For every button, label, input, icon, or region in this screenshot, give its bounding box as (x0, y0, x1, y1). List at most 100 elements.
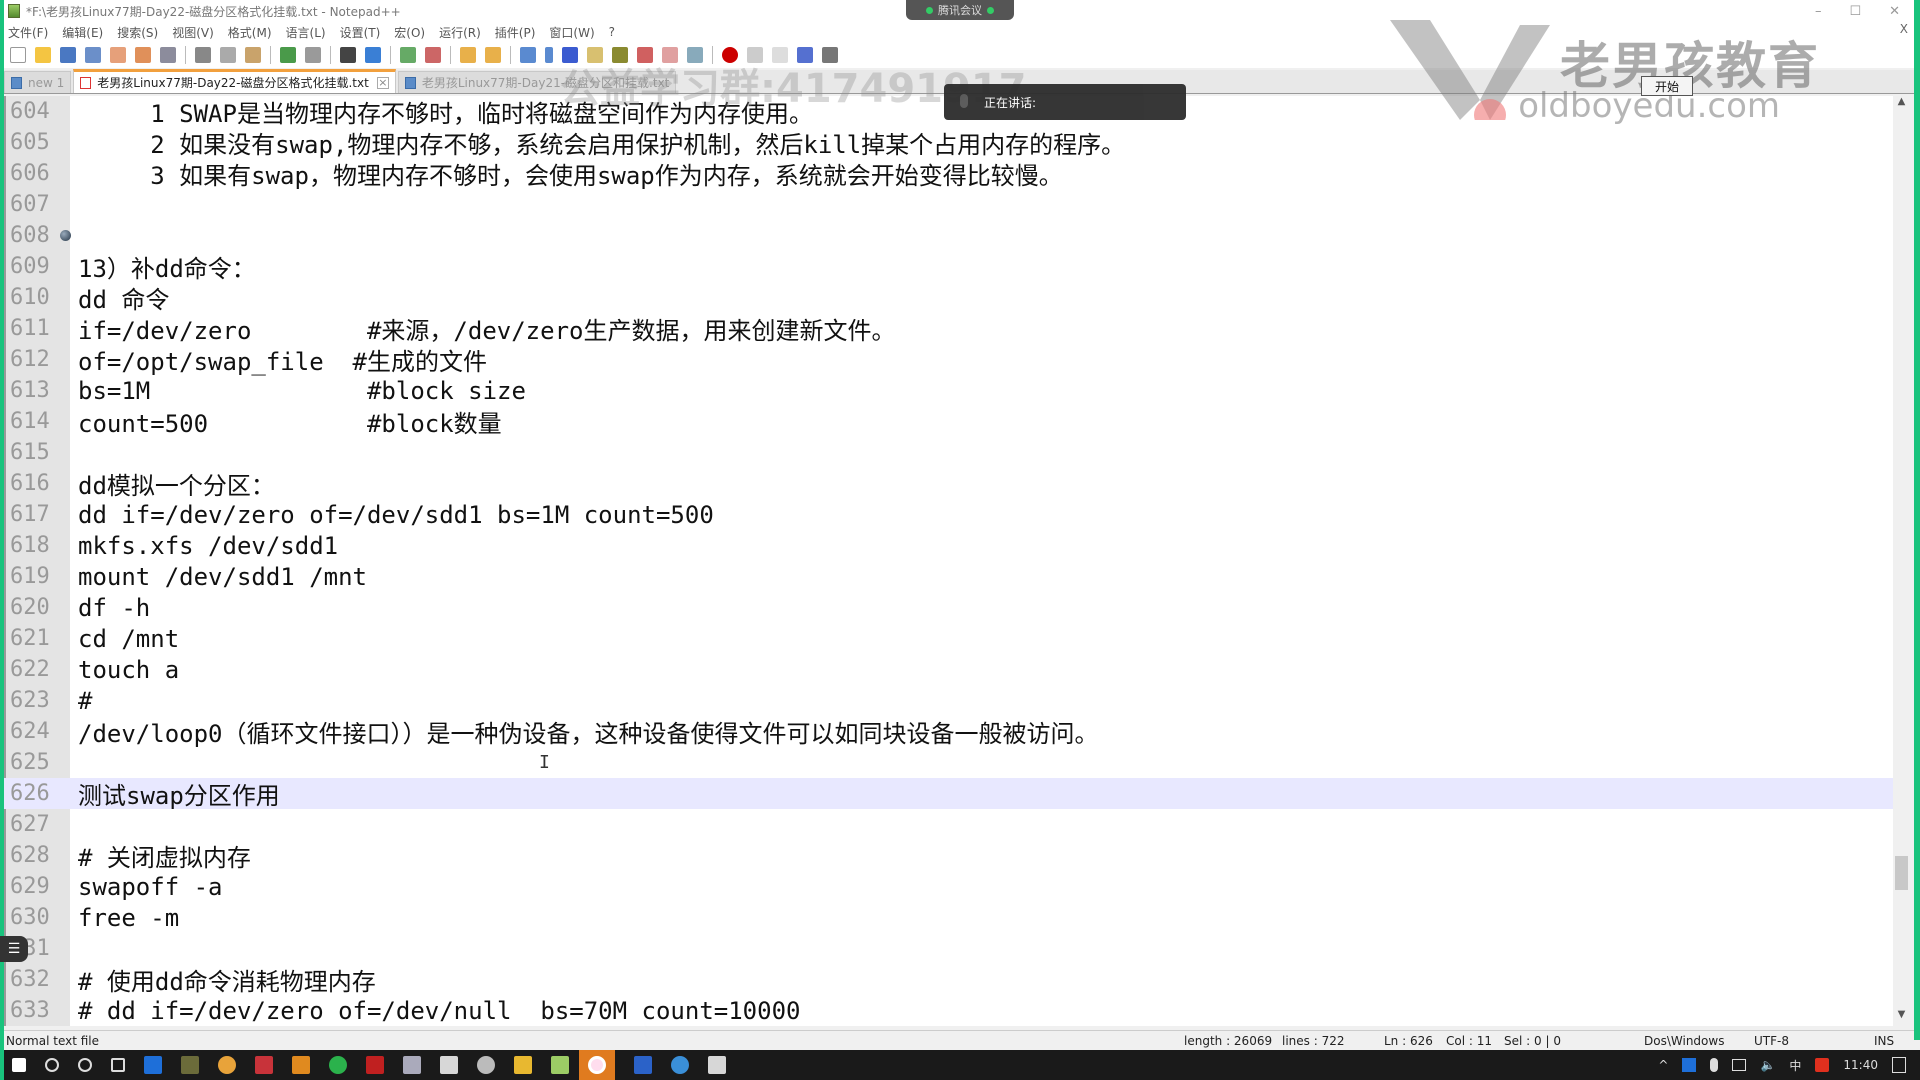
editor-line[interactable]: 613 bs=1M #block size (4, 375, 1910, 406)
notepad-plus-plus-taskbar-icon[interactable] (551, 1056, 569, 1074)
editor-line[interactable]: 607 (4, 189, 1910, 220)
ime-icon[interactable] (1682, 1058, 1697, 1072)
editor-line[interactable]: 616 dd模拟一个分区： (4, 468, 1910, 500)
editor-line[interactable]: 631 (4, 933, 1910, 964)
function-list-icon[interactable] (637, 47, 653, 63)
list-panel-button[interactable]: ☰ (0, 936, 28, 962)
start-button[interactable]: 开始 (1641, 76, 1693, 96)
minimize-button[interactable]: – (1815, 4, 1822, 19)
menu-search[interactable]: 搜索(S) (117, 24, 158, 41)
word-icon[interactable] (634, 1056, 652, 1074)
editor-line[interactable]: 624/dev/loop0（循环文件接口））是一种伪设备，这种设备使得文件可以如… (4, 716, 1910, 748)
bookmark-icon[interactable] (60, 230, 71, 241)
word-wrap-icon[interactable] (520, 47, 536, 63)
redo-icon[interactable] (305, 47, 321, 63)
menu-view[interactable]: 视图(V) (172, 24, 214, 41)
tab-new-1[interactable]: new 1 (4, 71, 72, 93)
editor-line[interactable]: 610 dd 命令 (4, 282, 1910, 314)
close-all-icon[interactable] (135, 47, 151, 63)
zoom-out-icon[interactable] (425, 47, 441, 63)
editor-line[interactable]: 625 (4, 747, 1910, 778)
menu-window[interactable]: 窗口(W) (549, 24, 594, 41)
cut-icon[interactable] (195, 47, 211, 63)
cortana-icon[interactable] (78, 1058, 92, 1072)
editor-line[interactable]: 609 13）补dd命令： (4, 251, 1910, 283)
editor-line[interactable]: 608 (4, 220, 1910, 251)
menu-language[interactable]: 语言(L) (286, 24, 326, 41)
find-icon[interactable] (340, 47, 356, 63)
menu-edit[interactable]: 编辑(E) (62, 24, 103, 41)
show-all-chars-icon[interactable] (545, 47, 553, 63)
editor-line[interactable]: 605 2 如果没有swap,物理内存不够，系统会启用保护机制，然后kill掉某… (4, 127, 1910, 159)
qq-icon[interactable] (366, 1056, 384, 1074)
vertical-scrollbar[interactable]: ▲ ▼ (1893, 96, 1910, 1026)
editor-line[interactable]: 606 3 如果有swap，物理内存不够时，会使用swap作为内存，系统就会开始… (4, 158, 1910, 190)
replace-icon[interactable] (365, 47, 381, 63)
tab-close-icon[interactable]: × (376, 76, 389, 89)
scrollbar-thumb[interactable] (1895, 856, 1908, 890)
sogou-icon[interactable] (1815, 1058, 1830, 1072)
app-doc-icon[interactable] (440, 1056, 458, 1074)
maximize-button[interactable]: ☐ (1849, 4, 1861, 19)
app-tree-icon[interactable] (181, 1056, 199, 1074)
document-map-icon[interactable] (612, 47, 628, 63)
notification-icon[interactable] (1892, 1057, 1906, 1073)
tab-day22[interactable]: 老男孩Linux77期-Day22-磁盘分区格式化挂载.txt × (73, 69, 396, 93)
user-defined-lang-icon[interactable] (587, 47, 603, 63)
stop-record-icon[interactable] (747, 47, 763, 63)
clock[interactable]: 11:40 (1843, 1058, 1878, 1072)
app-red-icon[interactable] (255, 1056, 273, 1074)
tab-day21[interactable]: 老男孩Linux77期-Day21-磁盘分区和挂载.txt (397, 71, 677, 93)
menu-format[interactable]: 格式(M) (228, 24, 272, 41)
indent-guide-icon[interactable] (562, 47, 578, 63)
editor-line[interactable]: 612 of=/opt/swap_file #生成的文件 (4, 344, 1910, 376)
editor-line[interactable]: 632 # 使用dd命令消耗物理内存 (4, 964, 1910, 996)
editor-line[interactable]: 614 count=500 #block数量 (4, 406, 1910, 438)
close-icon[interactable] (110, 47, 126, 63)
editor-line[interactable]: 622 touch a (4, 654, 1910, 685)
editor-line[interactable]: 621 cd /mnt (4, 623, 1910, 654)
text-editor[interactable]: 604 1 SWAP是当物理内存不够时，临时将磁盘空间作为内存使用。 605 2 … (4, 96, 1910, 1026)
app-blue-icon[interactable] (144, 1056, 162, 1074)
editor-line[interactable]: 629 swapoff -a (4, 871, 1910, 902)
menu-run[interactable]: 运行(R) (439, 24, 481, 41)
app-window-icon[interactable] (292, 1056, 310, 1074)
app-doc2-icon[interactable] (708, 1056, 726, 1074)
record-macro-icon[interactable] (722, 47, 738, 63)
editor-line[interactable]: 623 # (4, 685, 1910, 716)
active-app-icon[interactable] (579, 1050, 615, 1080)
menu-settings[interactable]: 设置(T) (340, 24, 381, 41)
file-explorer-icon[interactable] (514, 1056, 532, 1074)
mic-icon[interactable] (1710, 1058, 1719, 1072)
chrome-icon[interactable] (218, 1056, 236, 1074)
task-view-icon[interactable] (111, 1058, 125, 1072)
editor-line[interactable]: 628 # 关闭虚拟内存 (4, 840, 1910, 872)
close-button[interactable]: ✕ (1889, 4, 1900, 19)
save-icon[interactable] (60, 47, 76, 63)
editor-line[interactable]: 630 free -m (4, 902, 1910, 933)
copy-icon[interactable] (220, 47, 236, 63)
network-icon[interactable] (1732, 1059, 1747, 1071)
close-document-icon[interactable]: X (1900, 22, 1908, 36)
input-language[interactable]: 中 (1789, 1057, 1801, 1074)
menu-file[interactable]: 文件(F) (8, 24, 48, 41)
scroll-down-icon[interactable]: ▼ (1893, 1009, 1910, 1026)
editor-line[interactable]: 611 if=/dev/zero #来源，/dev/zero生产数据，用来创建新文… (4, 313, 1910, 345)
paste-icon[interactable] (245, 47, 261, 63)
editor-line[interactable]: 627 (4, 809, 1910, 840)
undo-icon[interactable] (280, 47, 296, 63)
editor-line[interactable]: 615 (4, 437, 1910, 468)
editor-line[interactable]: 618 mkfs.xfs /dev/sdd1 (4, 530, 1910, 561)
play-macro-icon[interactable] (772, 47, 788, 63)
app-tool-icon[interactable] (403, 1056, 421, 1074)
menu-plugins[interactable]: 插件(P) (495, 24, 536, 41)
wechat-icon[interactable] (329, 1056, 347, 1074)
editor-line[interactable]: 626 测试swap分区作用 (4, 778, 1910, 810)
run-macro-multiple-icon[interactable] (797, 47, 813, 63)
save-macro-icon[interactable] (822, 47, 838, 63)
zoom-in-icon[interactable] (400, 47, 416, 63)
new-file-icon[interactable] (10, 47, 26, 63)
editor-line[interactable]: 619 mount /dev/sdd1 /mnt (4, 561, 1910, 592)
menu-macro[interactable]: 宏(O) (394, 24, 425, 41)
ie-icon[interactable] (671, 1056, 689, 1074)
